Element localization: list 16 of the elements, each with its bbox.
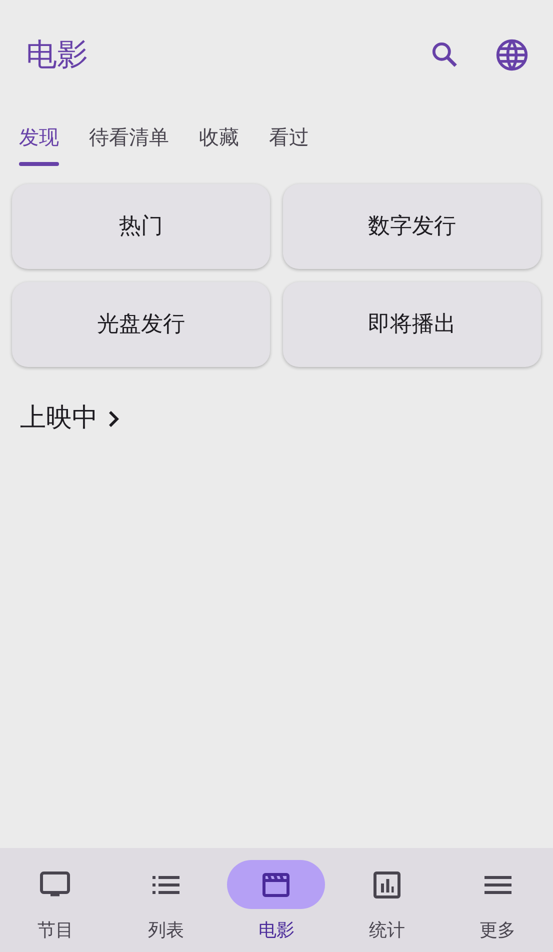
tab[interactable]: 待看清单 [74, 110, 184, 166]
category-button[interactable]: 光盘发行 [12, 282, 270, 367]
nav-item[interactable]: 节目 [0, 848, 111, 952]
nav-item[interactable]: 统计 [332, 848, 442, 952]
nav-item[interactable]: 列表 [110, 848, 222, 952]
category-button[interactable]: 即将播出 [283, 282, 541, 367]
nav-item[interactable]: 电影 [221, 848, 332, 952]
category-button[interactable]: 数字发行 [283, 184, 541, 269]
tab[interactable]: 发现 [4, 110, 74, 166]
globe-icon [495, 38, 529, 72]
category-button[interactable]: 热门 [12, 184, 270, 269]
tab[interactable]: 看过 [254, 110, 324, 166]
tab[interactable]: 收藏 [184, 110, 254, 166]
section-title[interactable]: 上映中 [20, 399, 98, 438]
app-title: 电影 [26, 36, 89, 75]
nav-item[interactable]: 更多 [442, 848, 553, 952]
